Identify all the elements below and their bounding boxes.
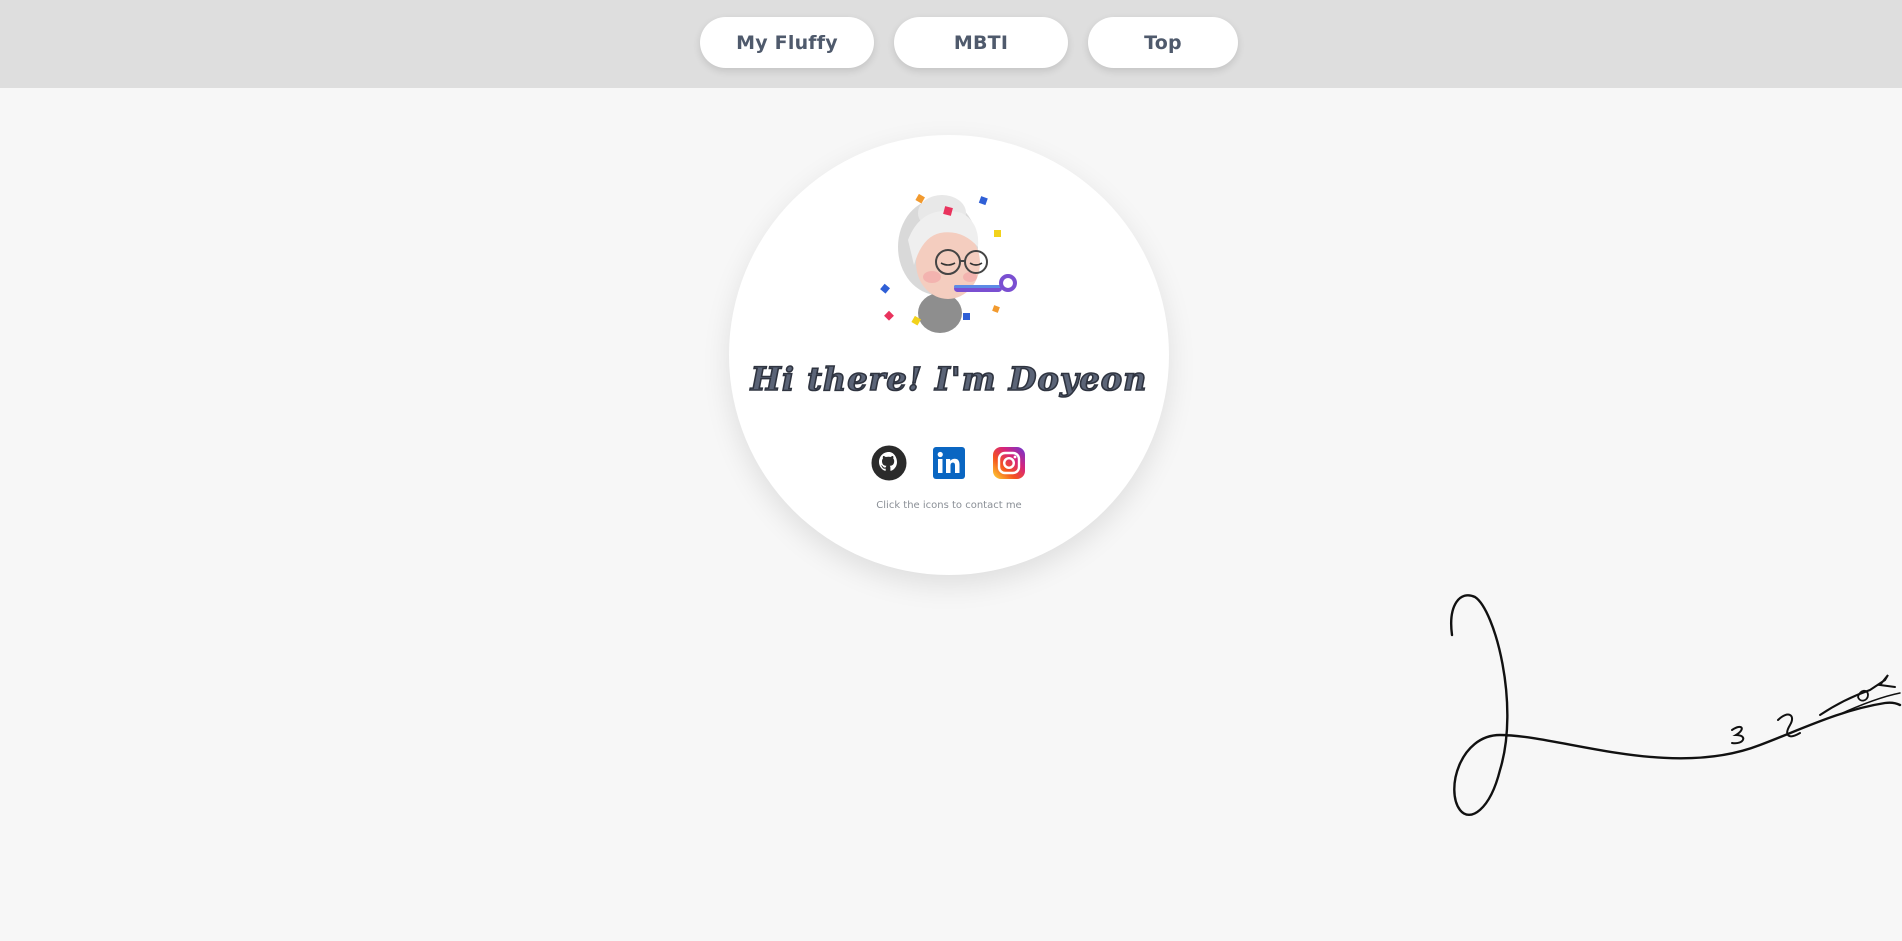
handwritten-signature	[1450, 594, 1902, 816]
memoji-party-icon	[880, 193, 1017, 333]
instagram-icon[interactable]	[991, 445, 1027, 481]
my-fluffy-button[interactable]: My Fluffy	[700, 17, 874, 68]
page: My Fluffy MBTI Top Hi there! I'm Doyeon …	[0, 0, 1902, 941]
github-icon[interactable]	[871, 445, 907, 481]
mbti-button[interactable]: MBTI	[894, 17, 1068, 68]
contact-hint: Click the icons to contact me	[876, 500, 1022, 511]
social-links	[871, 445, 1031, 481]
linkedin-icon[interactable]	[931, 445, 967, 481]
top-button[interactable]: Top	[1088, 17, 1238, 68]
top-nav-bar: My Fluffy MBTI Top	[0, 0, 1902, 88]
page-title: Hi there! I'm Doyeon	[750, 359, 1148, 399]
